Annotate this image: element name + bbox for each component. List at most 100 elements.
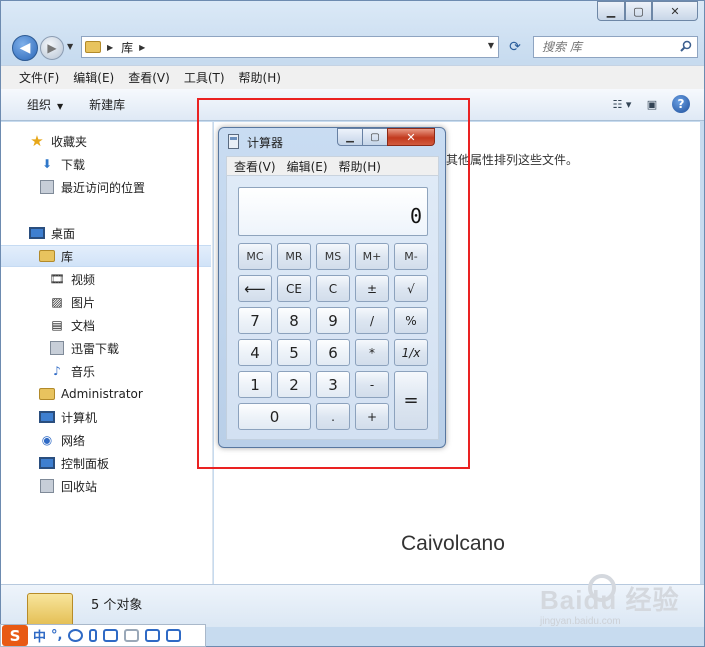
nav-network-label: 网络: [61, 433, 86, 448]
nav-recent-label: 最近访问的位置: [61, 180, 146, 195]
key-decimal[interactable]: .: [316, 403, 350, 430]
skin-shirt-icon[interactable]: [145, 629, 161, 642]
key-equals[interactable]: =: [394, 371, 428, 430]
download-folder-icon: [49, 340, 65, 356]
nav-control-panel[interactable]: 控制面板: [1, 452, 211, 474]
key-2[interactable]: 2: [277, 371, 311, 398]
emoji-icon[interactable]: [68, 629, 84, 642]
key-reciprocal[interactable]: 1/x: [394, 339, 428, 366]
ime-language-toggle[interactable]: 中: [33, 626, 46, 645]
nav-music-label: 音乐: [71, 364, 96, 379]
nav-pictures[interactable]: ▨ 图片: [1, 291, 211, 313]
nav-documents[interactable]: ▤ 文档: [1, 314, 211, 336]
breadcrumb-library[interactable]: 库: [121, 39, 133, 56]
breadcrumb-chevron-icon[interactable]: ▶: [139, 43, 145, 52]
microphone-icon[interactable]: [89, 629, 98, 642]
menu-tools[interactable]: 工具(T): [184, 69, 225, 86]
control-panel-icon: [39, 455, 55, 471]
nav-music[interactable]: ♪ 音乐: [1, 360, 211, 382]
calc-menu-help[interactable]: 帮助(H): [339, 158, 381, 175]
key-1[interactable]: 1: [238, 371, 272, 398]
nav-documents-label: 文档: [71, 318, 96, 333]
nav-recycle-bin-label: 回收站: [61, 479, 98, 494]
address-bar[interactable]: ▶ 库 ▶ ▼: [81, 36, 499, 58]
help-icon[interactable]: ?: [672, 95, 690, 113]
key-8[interactable]: 8: [277, 307, 311, 334]
back-button[interactable]: ◀: [12, 35, 38, 61]
key-6[interactable]: 6: [316, 339, 350, 366]
address-dropdown-icon[interactable]: ▼: [488, 41, 494, 50]
breadcrumb-chevron-icon[interactable]: ▶: [107, 43, 113, 52]
key-4[interactable]: 4: [238, 339, 272, 366]
maximize-button[interactable]: ▢: [625, 1, 652, 21]
recent-places-icon: [39, 179, 55, 195]
key-5[interactable]: 5: [277, 339, 311, 366]
calc-menu-edit[interactable]: 编辑(E): [287, 158, 328, 175]
calc-minimize-button[interactable]: ▁: [337, 128, 363, 146]
recycle-bin-icon: [39, 478, 55, 494]
key-ms[interactable]: MS: [316, 243, 350, 270]
key-9[interactable]: 9: [316, 307, 350, 334]
nav-computer[interactable]: 计算机: [1, 406, 211, 428]
organize-button[interactable]: 组织 ▼: [27, 96, 63, 113]
key-0[interactable]: 0: [238, 403, 311, 430]
search-input[interactable]: [542, 40, 682, 54]
forward-button[interactable]: ▶: [40, 36, 64, 60]
history-dropdown-icon[interactable]: ▼: [67, 42, 73, 51]
key-minus[interactable]: -: [355, 371, 389, 398]
key-3[interactable]: 3: [316, 371, 350, 398]
close-button[interactable]: ✕: [652, 1, 698, 21]
calculator-body: 0 MC MR MS M+ M- ⟵ CE C ± √ 7 8 9 / % 4 …: [226, 176, 439, 440]
menu-bar: 文件(F) 编辑(E) 查看(V) 工具(T) 帮助(H): [1, 65, 704, 89]
baidu-jingyan-watermark: Baidu 经验 jingyan.baidu.com: [540, 572, 680, 632]
keyboard-icon[interactable]: [103, 629, 119, 642]
nav-administrator[interactable]: Administrator: [1, 383, 211, 405]
pictures-icon: ▨: [51, 295, 63, 309]
nav-recycle-bin[interactable]: 回收站: [1, 475, 211, 497]
preview-pane-icon[interactable]: ▣: [642, 95, 662, 113]
nav-downloads[interactable]: ⬇ 下载: [1, 153, 211, 175]
key-sqrt[interactable]: √: [394, 275, 428, 302]
nav-videos[interactable]: 🎞 视频: [1, 268, 211, 290]
key-backspace[interactable]: ⟵: [238, 275, 272, 302]
key-m-plus[interactable]: M+: [355, 243, 389, 270]
key-multiply[interactable]: *: [355, 339, 389, 366]
calc-maximize-button[interactable]: ▢: [362, 128, 388, 146]
downloads-icon: ⬇: [41, 157, 53, 171]
ime-punctuation-toggle[interactable]: °,: [51, 628, 62, 643]
menu-file[interactable]: 文件(F): [19, 69, 59, 86]
key-7[interactable]: 7: [238, 307, 272, 334]
menu-edit[interactable]: 编辑(E): [73, 69, 114, 86]
key-m-minus[interactable]: M-: [394, 243, 428, 270]
view-options-icon[interactable]: ☷ ▾: [612, 95, 632, 113]
nav-desktop[interactable]: 桌面: [1, 222, 211, 244]
key-c[interactable]: C: [316, 275, 350, 302]
menu-help[interactable]: 帮助(H): [239, 69, 281, 86]
key-plus[interactable]: +: [355, 403, 389, 430]
key-ce[interactable]: CE: [277, 275, 311, 302]
key-percent[interactable]: %: [394, 307, 428, 334]
calculator-titlebar[interactable]: 计算器 ▁ ▢ ✕: [219, 128, 445, 155]
refresh-icon[interactable]: ⟳: [503, 36, 527, 58]
nav-library[interactable]: 库: [1, 245, 211, 267]
new-library-button[interactable]: 新建库: [89, 96, 125, 113]
calc-menu-view[interactable]: 查看(V): [234, 158, 276, 175]
toolbox-grid-icon[interactable]: [166, 629, 182, 642]
nav-network[interactable]: ◉ 网络: [1, 429, 211, 451]
search-box[interactable]: [533, 36, 698, 58]
nav-library-label: 库: [61, 249, 74, 264]
sogou-logo-icon[interactable]: S: [2, 625, 28, 646]
key-divide[interactable]: /: [355, 307, 389, 334]
nav-recent[interactable]: 最近访问的位置: [1, 176, 211, 198]
menu-view[interactable]: 查看(V): [128, 69, 170, 86]
nav-favorites-label: 收藏夹: [51, 134, 88, 149]
user-icon[interactable]: [124, 629, 140, 642]
key-mr[interactable]: MR: [277, 243, 311, 270]
search-icon[interactable]: [680, 40, 692, 52]
key-mc[interactable]: MC: [238, 243, 272, 270]
key-plus-minus[interactable]: ±: [355, 275, 389, 302]
calc-close-button[interactable]: ✕: [387, 128, 435, 146]
nav-favorites[interactable]: ★ 收藏夹: [1, 130, 211, 152]
minimize-button[interactable]: ▁: [597, 1, 625, 21]
nav-xunlei[interactable]: 迅雷下载: [1, 337, 211, 359]
